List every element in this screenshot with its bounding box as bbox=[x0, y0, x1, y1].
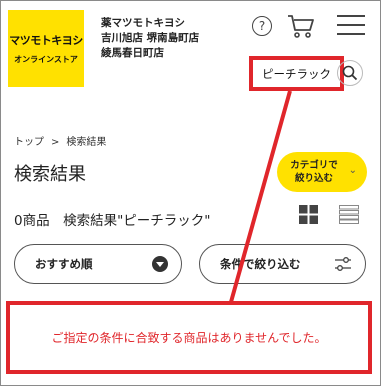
breadcrumb-home[interactable]: トップ bbox=[14, 137, 44, 148]
store-info[interactable]: 薬マツモトキヨシ 吉川旭店 堺南島町店 綾馬春日町店 bbox=[101, 16, 199, 61]
help-icon[interactable]: ? bbox=[252, 16, 272, 36]
sort-select[interactable]: おすすめ順 bbox=[14, 244, 182, 284]
store-line-3: 綾馬春日町店 bbox=[101, 47, 164, 59]
result-count: 0商品 検索結果"ピーチラック" bbox=[14, 213, 211, 229]
cart-icon[interactable] bbox=[287, 13, 315, 39]
search-icon[interactable] bbox=[337, 60, 363, 86]
brand-logo[interactable]: マツモトキヨシ オンラインストア bbox=[8, 10, 84, 87]
list-view-icon[interactable] bbox=[339, 205, 359, 224]
category-button-line-1: カテゴリで bbox=[290, 160, 338, 171]
menu-icon[interactable] bbox=[337, 14, 365, 36]
logo-sub-text: オンラインストア bbox=[14, 55, 78, 64]
grid-view-icon[interactable] bbox=[299, 205, 318, 224]
store-line-1: 薬マツモトキヨシ bbox=[101, 17, 185, 29]
store-line-2: 吉川旭店 堺南島町店 bbox=[101, 32, 200, 44]
chevron-down-icon: ⌄ bbox=[348, 165, 357, 176]
breadcrumb-separator: > bbox=[51, 137, 60, 148]
breadcrumb: トップ > 検索結果 bbox=[14, 133, 106, 148]
category-filter-button[interactable]: カテゴリで 絞り込む ⌄ bbox=[277, 152, 367, 192]
logo-main-text: マツモトキヨシ bbox=[9, 34, 83, 47]
no-results-message: ご指定の条件に合致する商品はありませんでした。 bbox=[6, 301, 372, 374]
category-button-line-2: 絞り込む bbox=[294, 173, 333, 184]
search-input[interactable]: ピーチラック bbox=[249, 56, 344, 91]
breadcrumb-current: 検索結果 bbox=[66, 137, 107, 148]
category-button-label: カテゴリで 絞り込む bbox=[289, 159, 339, 185]
filter-button[interactable]: 条件で絞り込む bbox=[199, 244, 366, 284]
filter-icon bbox=[335, 257, 351, 271]
sort-label: おすすめ順 bbox=[35, 257, 93, 271]
page-title: 検索結果 bbox=[14, 164, 86, 185]
filter-label: 条件で絞り込む bbox=[220, 257, 301, 271]
dropdown-arrow-icon bbox=[152, 256, 168, 272]
